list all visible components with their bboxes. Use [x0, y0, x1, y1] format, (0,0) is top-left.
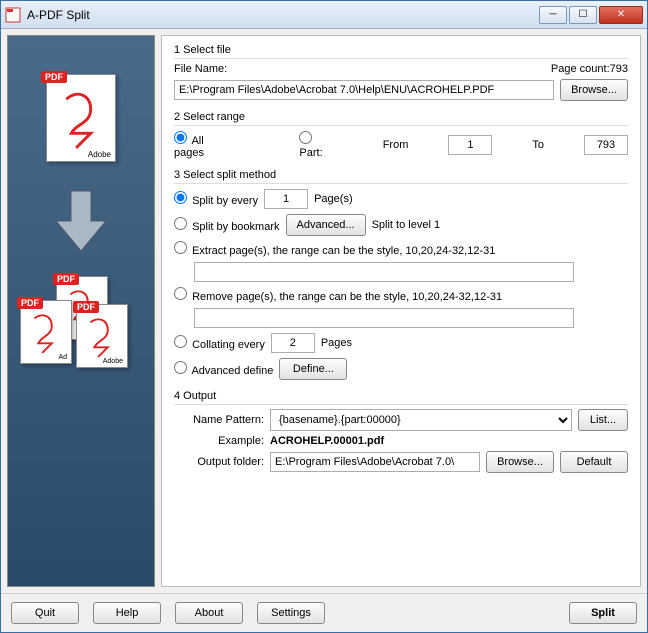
section4-title: 4 Output [174, 390, 628, 405]
pdf-source-icon: PDF Adobe [38, 66, 124, 166]
filename-label: File Name: [174, 63, 227, 75]
radio-remove-pages[interactable]: Remove page(s), the range can be the sty… [174, 287, 502, 303]
minimize-button[interactable]: ─ [539, 6, 567, 24]
app-window: A-PDF Split ─ ☐ ✕ PDF Adobe PDF [0, 0, 648, 633]
split-to-level-label: Split to level 1 [372, 219, 440, 231]
to-label: To [532, 139, 544, 151]
app-icon [5, 7, 21, 23]
pdf-result-icon: PDF PDF Ad PDF Adobe [16, 276, 146, 376]
titlebar: A-PDF Split ─ ☐ ✕ [1, 1, 647, 29]
output-folder-label: Output folder: [174, 456, 264, 468]
remove-pages-input[interactable] [194, 308, 574, 328]
section1-title: 1 Select file [174, 44, 628, 59]
help-button[interactable]: Help [93, 602, 161, 624]
window-controls: ─ ☐ ✕ [537, 6, 643, 24]
default-button[interactable]: Default [560, 451, 628, 473]
close-button[interactable]: ✕ [599, 6, 643, 24]
radio-part[interactable]: Part: [299, 131, 322, 159]
output-folder-input[interactable] [270, 452, 480, 472]
about-button[interactable]: About [175, 602, 243, 624]
browse-output-button[interactable]: Browse... [486, 451, 554, 473]
maximize-button[interactable]: ☐ [569, 6, 597, 24]
radio-collating[interactable]: Collating every [174, 335, 265, 351]
section3-title: 3 Select split method [174, 169, 628, 184]
to-input[interactable] [584, 135, 628, 155]
radio-all-pages[interactable]: All pages [174, 131, 209, 159]
split-every-input[interactable] [264, 189, 308, 209]
pages-suffix-2: Pages [321, 337, 352, 349]
settings-button[interactable]: Settings [257, 602, 325, 624]
body: PDF Adobe PDF PDF Ad PDF [1, 29, 647, 593]
browse-file-button[interactable]: Browse... [560, 79, 628, 101]
from-input[interactable] [448, 135, 492, 155]
list-button[interactable]: List... [578, 409, 628, 431]
extract-pages-input[interactable] [194, 262, 574, 282]
example-label: Example: [174, 435, 264, 447]
define-button[interactable]: Define... [279, 358, 347, 380]
pagecount-text: Page count:793 [551, 63, 628, 75]
filename-input[interactable] [174, 80, 554, 100]
section2-title: 2 Select range [174, 111, 628, 126]
section-select-file: 1 Select file File Name: Page count:793 … [174, 44, 628, 101]
footer: Quit Help About Settings Split [1, 593, 647, 632]
main-panel: 1 Select file File Name: Page count:793 … [161, 35, 641, 587]
radio-extract-pages[interactable]: Extract page(s), the range can be the st… [174, 241, 495, 257]
name-pattern-label: Name Pattern: [174, 414, 264, 426]
example-value: ACROHELP.00001.pdf [270, 435, 384, 447]
split-button[interactable]: Split [569, 602, 637, 624]
section-select-range: 2 Select range All pages Part: From To [174, 111, 628, 159]
from-label: From [383, 139, 409, 151]
sidebar-illustration: PDF Adobe PDF PDF Ad PDF [7, 35, 155, 587]
radio-advanced-define[interactable]: Advanced define [174, 361, 273, 377]
pages-suffix: Page(s) [314, 193, 353, 205]
section-output: 4 Output Name Pattern: {basename}.{part:… [174, 390, 628, 473]
section-split-method: 3 Select split method Split by every Pag… [174, 169, 628, 380]
radio-split-every[interactable]: Split by every [174, 191, 258, 207]
quit-button[interactable]: Quit [11, 602, 79, 624]
arrow-down-icon [51, 186, 111, 256]
collating-input[interactable] [271, 333, 315, 353]
window-title: A-PDF Split [27, 8, 537, 22]
advanced-bookmark-button[interactable]: Advanced... [286, 214, 366, 236]
name-pattern-combo[interactable]: {basename}.{part:00000} [270, 409, 572, 431]
radio-split-bookmark[interactable]: Split by bookmark [174, 217, 280, 233]
